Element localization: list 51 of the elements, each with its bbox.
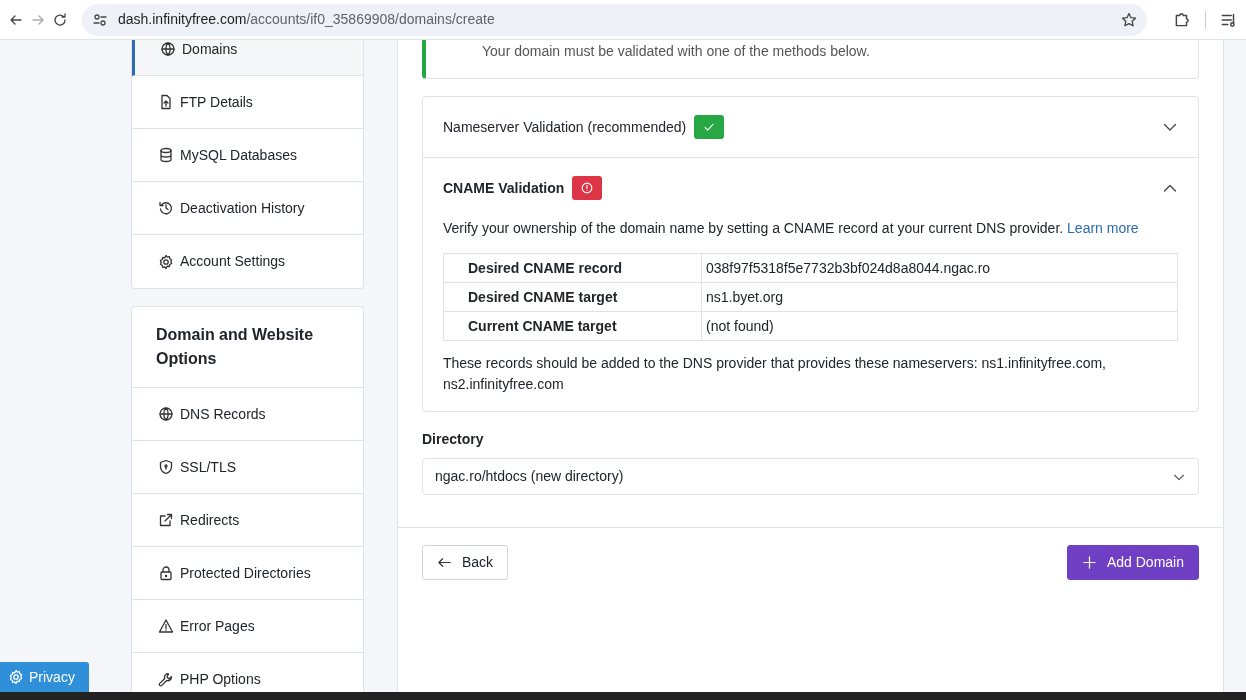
- address-bar[interactable]: dash.infinityfree.com/accounts/if0_35869908/domains/create: [82, 3, 1147, 36]
- sidebar-item[interactable]: PHP Options: [132, 653, 363, 692]
- sidebar-item[interactable]: Redirects: [132, 494, 363, 547]
- gear-icon: [8, 669, 24, 685]
- add-domain-button[interactable]: Add Domain: [1066, 545, 1199, 580]
- table-cell: 038f97f5318f5e7732b3bf024d8a8044.ngac.ro: [701, 253, 1178, 283]
- warning-icon: [158, 618, 174, 634]
- table-cell: Current CNAME target: [443, 311, 702, 341]
- sidebar-item[interactable]: Error Pages: [132, 600, 363, 653]
- external-link-icon: [158, 512, 174, 528]
- sidebar-item[interactable]: Protected Directories: [132, 547, 363, 600]
- alert-text: Your domain must be validated with one of the methods below.: [482, 43, 870, 59]
- sidebar-item[interactable]: Domains: [132, 40, 363, 76]
- accordion-title: CNAME Validation: [443, 178, 565, 198]
- shield-icon: [158, 459, 174, 475]
- file-upload-icon: [158, 94, 174, 110]
- sidebar-item[interactable]: MySQL Databases: [132, 129, 363, 182]
- sidebar-item[interactable]: SSL/TLS: [132, 441, 363, 494]
- accordion-title: Nameserver Validation (recommended): [443, 117, 687, 137]
- back-button[interactable]: Back: [422, 545, 509, 580]
- reload-icon[interactable]: [52, 11, 68, 28]
- field-label: Directory: [422, 430, 485, 449]
- plus-icon: [1081, 555, 1097, 570]
- database-icon: [158, 147, 174, 163]
- site-settings-icon: [92, 11, 108, 28]
- directory-select[interactable]: ngac.ro/htdocs (new directory): [422, 458, 1199, 495]
- sidebar-item[interactable]: DNS Records: [132, 388, 363, 441]
- learn-more-link[interactable]: Learn more: [1067, 220, 1139, 236]
- accordion-header[interactable]: Nameserver Validation (recommended): [423, 97, 1198, 157]
- sidebar-item[interactable]: Deactivation History: [132, 182, 363, 235]
- sidebar-item[interactable]: Account Settings: [132, 235, 363, 288]
- puzzle-icon[interactable]: [1173, 10, 1191, 29]
- exclamation-circle-icon: [580, 181, 595, 195]
- table-cell: ns1.byet.org: [701, 282, 1178, 312]
- star-icon[interactable]: [1121, 11, 1137, 28]
- description-text: Verify your ownership of the domain name by setting a CNAME record at your current DNS provider. Learn more: [443, 219, 1140, 238]
- note-text: These records should be added to the DNS provider that provides these nameservers: ns1.infinityfree.com, ns2.infinityfree.com: [443, 354, 1107, 394]
- history-icon: [158, 200, 174, 216]
- sidebar-heading: Domain and Website Options: [132, 307, 363, 388]
- gear-icon: [158, 253, 174, 270]
- table-cell: (not found): [701, 311, 1178, 341]
- url-text: dash.infinityfree.com/accounts/if0_35869908/domains/create: [118, 10, 495, 29]
- sidebar-item[interactable]: FTP Details: [132, 76, 363, 129]
- wrench-icon: [158, 671, 174, 688]
- accordion-header[interactable]: CNAME Validation: [423, 158, 1198, 218]
- globe-icon: [158, 406, 174, 422]
- arrow-left-icon: [437, 555, 452, 570]
- lock-icon: [158, 565, 174, 581]
- globe-icon: [160, 41, 176, 57]
- table-cell: Desired CNAME target: [443, 282, 702, 312]
- table-cell: Desired CNAME record: [443, 253, 702, 283]
